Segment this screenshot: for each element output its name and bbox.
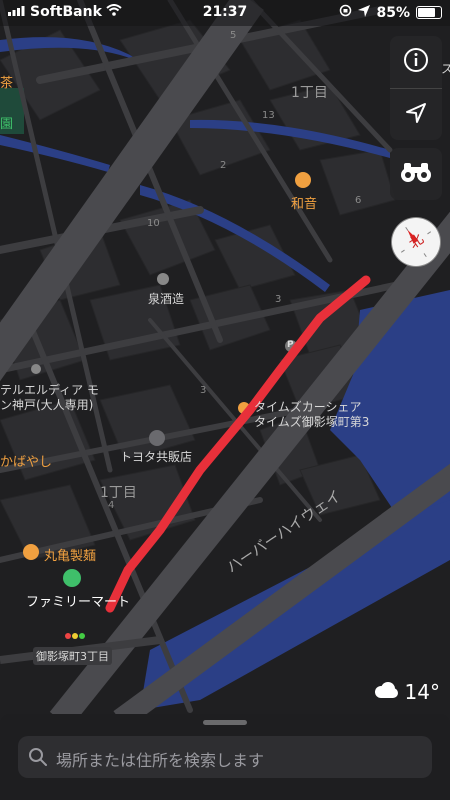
area-label-1chome-top: 1丁目: [291, 85, 328, 101]
binoculars-icon: [400, 161, 432, 187]
search-input[interactable]: 場所または住所を検索します: [18, 736, 432, 778]
bottom-sheet: 場所または住所を検索します: [0, 714, 450, 800]
poi-label-hotel-line2: ン神戸(大人専用): [0, 398, 94, 412]
location-arrow-icon: [405, 102, 427, 128]
sake-icon: [157, 273, 169, 285]
poi-label-toyota: トヨタ共販店: [120, 450, 193, 464]
status-bar: SoftBank 21:37 85%: [0, 0, 450, 26]
search-placeholder: 場所または住所を検索します: [56, 751, 265, 770]
convenience-store-icon: [63, 569, 81, 587]
hotel-icon: [31, 364, 41, 374]
info-icon: [403, 47, 429, 77]
map-controls: [390, 36, 442, 140]
location-services-icon: [358, 4, 371, 21]
info-button[interactable]: [390, 36, 442, 88]
intersection-label: 御影塚町3丁目: [33, 647, 112, 665]
edge-label-right: ス: [441, 62, 450, 76]
look-around-button[interactable]: [390, 148, 442, 200]
battery-icon: [416, 6, 442, 19]
parking-label: P: [287, 340, 294, 350]
cafe-icon: [295, 172, 311, 188]
poi-label-kabayashi: かばやし: [0, 455, 53, 470]
edge-label-left: 茶: [0, 76, 14, 91]
search-icon: [28, 747, 48, 771]
road-number-2: 2: [220, 160, 227, 171]
poi-label-familymart: ファミリーマート: [26, 595, 131, 610]
road-number-5: 5: [230, 30, 237, 41]
cloud-icon: [373, 680, 399, 704]
area-label-1chome-mid: 1丁目: [100, 485, 137, 501]
road-number-3a: 3: [200, 385, 207, 396]
road-number-4: 4: [108, 500, 115, 511]
poi-label-marugame: 丸亀製麺: [44, 549, 97, 564]
compass-button[interactable]: 北: [392, 218, 440, 266]
edge-label-left2: 園: [0, 117, 14, 132]
temperature-label: 14°: [404, 680, 440, 704]
weather-indicator: 14°: [373, 680, 440, 704]
rotation-lock-icon: [339, 4, 352, 21]
road-number-13: 13: [262, 110, 275, 121]
poi-label-times-mikage: タイムズ御影塚町第3: [254, 415, 370, 429]
road-number-3b: 3: [275, 294, 282, 305]
location-button[interactable]: [390, 89, 442, 141]
battery-percentage: 85%: [376, 4, 410, 21]
poi-label-waon: 和音: [291, 197, 318, 212]
sheet-grabber[interactable]: [203, 720, 247, 725]
road-number-6: 6: [355, 195, 362, 206]
noodle-icon: [23, 544, 39, 560]
road-number-10: 10: [147, 218, 160, 229]
poi-label-izumi-shuzo: 泉酒造: [148, 292, 185, 306]
car-dealer-icon: [149, 430, 165, 446]
